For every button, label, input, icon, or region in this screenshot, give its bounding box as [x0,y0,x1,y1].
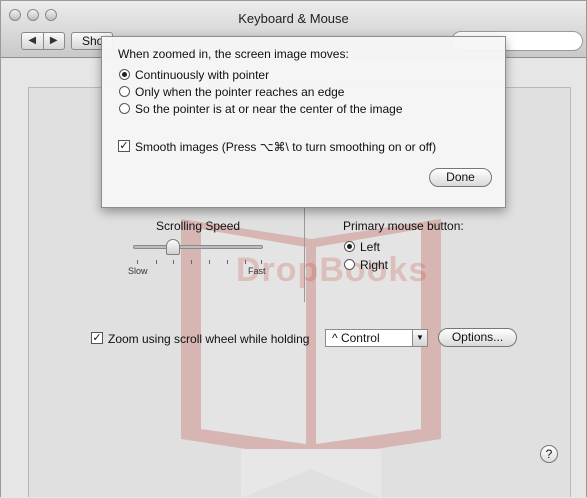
navigation-buttons: ◀ ▶ [21,32,65,50]
zoom-modifier-select[interactable]: ^ Control ▼ [325,329,428,347]
preferences-window: Keyboard & Mouse ◀ ▶ Sho DropBooks Scrol… [0,0,587,498]
zoom-options-button[interactable]: Options... [438,328,517,347]
back-button[interactable]: ◀ [22,33,43,49]
zoom-scroll-checkbox[interactable]: ✓ [91,332,103,344]
slider-tick [173,260,174,264]
slider-slow-label: Slow [128,266,148,276]
smooth-images-label[interactable]: Smooth images (Press ⌥⌘\ to turn smoothi… [135,140,436,154]
scrolling-speed-label: Scrolling Speed [156,219,241,233]
zoom-options-sheet: When zoomed in, the screen image moves: … [101,36,506,208]
done-button[interactable]: Done [429,168,492,187]
help-button[interactable]: ? [540,445,558,463]
slider-tick [156,260,157,264]
option-continuous-radio[interactable] [119,69,130,80]
primary-button-label: Primary mouse button: [343,219,464,233]
slider-fast-label: Fast [248,266,266,276]
window-title: Keyboard & Mouse [238,11,349,26]
option-continuous-label[interactable]: Continuously with pointer [135,68,269,82]
sheet-question: When zoomed in, the screen image moves: [118,47,349,61]
slider-tick [261,260,262,264]
option-center-label[interactable]: So the pointer is at or near the center … [135,102,403,116]
primary-left-radio[interactable] [344,241,355,252]
slider-tick [245,260,246,264]
scrolling-speed-slider[interactable] [133,245,263,249]
slider-tick [209,260,210,264]
primary-left-label[interactable]: Left [360,240,380,254]
option-edge-radio[interactable] [119,86,130,97]
zoom-modifier-value: ^ Control [332,331,380,345]
slider-tick [227,260,228,264]
scrolling-speed-slider-knob[interactable] [166,239,180,255]
primary-right-radio[interactable] [344,259,355,270]
forward-button[interactable]: ▶ [42,33,65,49]
slider-tick [137,260,138,264]
option-edge-label[interactable]: Only when the pointer reaches an edge [135,85,344,99]
slider-tick [191,260,192,264]
select-arrow-icon: ▼ [412,330,427,346]
option-center-radio[interactable] [119,103,130,114]
section-divider [304,206,305,302]
primary-right-label[interactable]: Right [360,258,388,272]
zoom-scroll-label[interactable]: Zoom using scroll wheel while holding [108,332,309,346]
smooth-images-checkbox[interactable]: ✓ [118,140,130,152]
